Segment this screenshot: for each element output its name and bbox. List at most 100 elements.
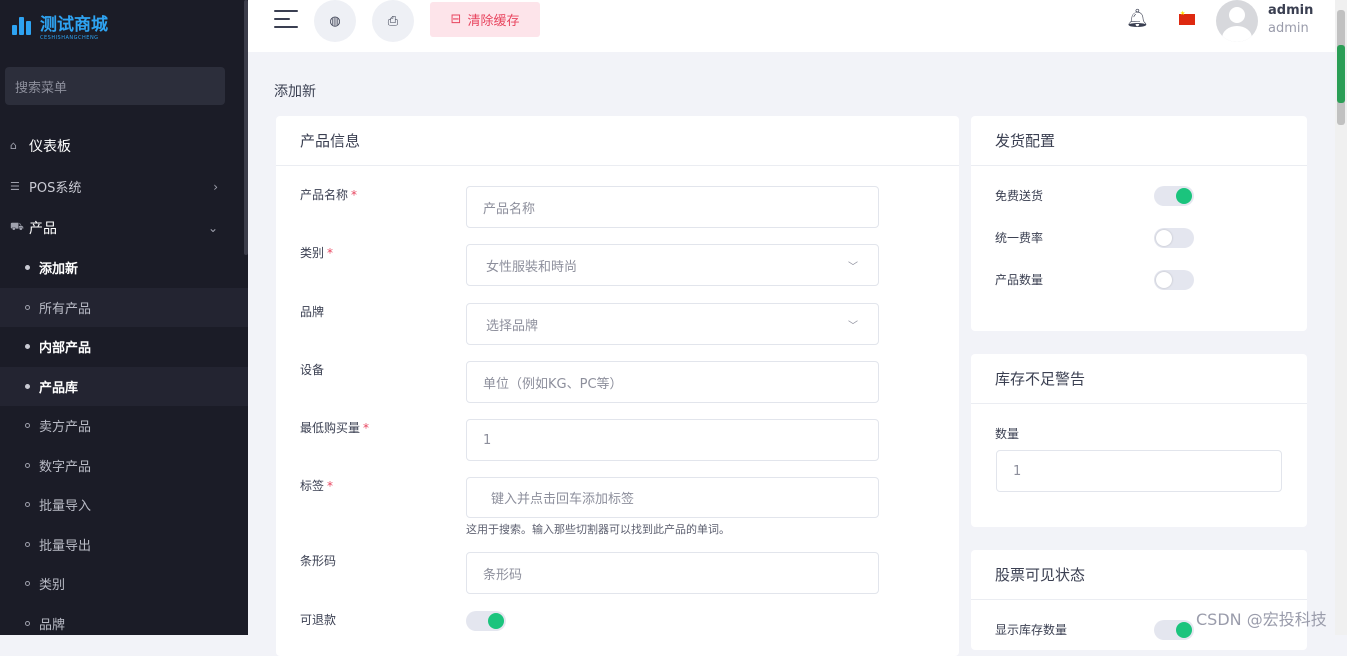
brand-label: 品牌 bbox=[300, 305, 325, 319]
sidebar-subitem-categories[interactable]: 类别 bbox=[0, 564, 248, 604]
barcode-label: 条形码 bbox=[300, 554, 337, 568]
bullet-icon bbox=[25, 541, 30, 547]
bullet-icon bbox=[25, 462, 30, 468]
sidebar-subitem-digital-products[interactable]: 数字产品 bbox=[0, 446, 248, 486]
sidebar-subitem-label: 产品库 bbox=[39, 380, 79, 396]
sidebar-subitem-brands[interactable]: 品牌 bbox=[0, 604, 248, 644]
flat-rate-toggle[interactable] bbox=[1154, 228, 1194, 248]
globe-icon: ◍ bbox=[329, 13, 341, 29]
hard-drive-icon: ⊟ bbox=[450, 12, 462, 27]
sidebar-subitem-all-products[interactable]: 所有产品 bbox=[0, 287, 248, 327]
product-qty-toggle[interactable] bbox=[1154, 270, 1194, 290]
user-role: admin bbox=[1268, 21, 1309, 36]
watermark: CSDN @宏投科技 bbox=[1196, 610, 1327, 629]
bullet-icon bbox=[25, 265, 30, 271]
avatar[interactable] bbox=[1216, 0, 1258, 42]
sidebar-item-label: 仪表板 bbox=[29, 138, 71, 155]
bullet-icon bbox=[25, 502, 30, 508]
sidebar-subitem-label: 类别 bbox=[39, 578, 66, 594]
toggle-knob bbox=[1156, 272, 1172, 288]
tags-label: 标签 * bbox=[300, 479, 334, 493]
sidebar-subitem-label: 批量导出 bbox=[39, 538, 92, 554]
logo-text: 测试商城 CESHISHANGCHENG bbox=[40, 14, 108, 41]
sidebar-subitem-bulk-export[interactable]: 批量导出 bbox=[0, 525, 248, 565]
low-stock-title: 库存不足警告 bbox=[971, 354, 1307, 404]
product-qty-label: 产品数量 bbox=[995, 273, 1044, 287]
show-stock-qty-toggle[interactable] bbox=[1154, 620, 1194, 640]
product-info-title: 产品信息 bbox=[276, 116, 959, 166]
sidebar-subitem-label: 卖方产品 bbox=[39, 420, 92, 436]
china-flag-icon[interactable] bbox=[1179, 10, 1195, 25]
sidebar-item-label: 产品 bbox=[29, 220, 57, 237]
sidebar: 测试商城 CESHISHANGCHENG 搜索菜单 ⌂ 仪表板 ☰ POS系统 ›… bbox=[0, 0, 248, 635]
refundable-label: 可退款 bbox=[300, 613, 337, 627]
sidebar-item-dashboard[interactable]: ⌂ 仪表板 bbox=[0, 125, 248, 166]
flat-rate-label: 统一费率 bbox=[995, 231, 1044, 245]
bullet-icon bbox=[25, 620, 30, 626]
shipping-config-card: 发货配置 免费送货 统一费率 产品数量 bbox=[971, 116, 1307, 331]
cart-icon: ⛟ bbox=[10, 220, 24, 233]
print-button[interactable]: ⎙ bbox=[372, 0, 414, 42]
menu-search-input[interactable]: 搜索菜单 bbox=[5, 67, 225, 105]
sidebar-subitem-seller-products[interactable]: 卖方产品 bbox=[0, 406, 248, 446]
toggle-knob bbox=[1176, 622, 1192, 638]
unit-input[interactable]: 单位（例如KG、PC等） bbox=[466, 361, 879, 403]
sidebar-subitem-add-new[interactable]: 添加新 bbox=[0, 248, 248, 288]
printer-icon: ⎙ bbox=[387, 13, 399, 29]
toggle-knob bbox=[1176, 188, 1192, 204]
sidebar-subitem-label: 批量导入 bbox=[39, 499, 92, 515]
chevron-right-icon: › bbox=[213, 179, 218, 194]
sidebar-subitem-label: 内部产品 bbox=[39, 341, 92, 357]
category-select[interactable]: 女性服裝和時尚 ﹀ bbox=[466, 244, 879, 286]
bullet-icon bbox=[25, 304, 30, 310]
sidebar-item-pos[interactable]: ☰ POS系统 › bbox=[0, 166, 248, 207]
barcode-input[interactable]: 条形码 bbox=[466, 552, 879, 594]
sidebar-subitem-bulk-import[interactable]: 批量导入 bbox=[0, 485, 248, 525]
chevron-down-icon: ﹀ bbox=[848, 321, 858, 332]
free-shipping-toggle[interactable] bbox=[1154, 186, 1194, 206]
free-shipping-label: 免费送货 bbox=[995, 189, 1044, 203]
toggle-knob bbox=[488, 613, 504, 629]
page-scrollbar[interactable] bbox=[1335, 0, 1347, 635]
unit-label: 设备 bbox=[300, 363, 325, 377]
logo-icon bbox=[12, 15, 34, 35]
product-name-label: 产品名称 * bbox=[300, 188, 358, 202]
low-stock-qty-input[interactable]: 1 bbox=[996, 450, 1282, 492]
bullet-icon bbox=[25, 383, 30, 389]
category-label: 类别 * bbox=[300, 246, 334, 260]
show-stock-qty-label: 显示库存数量 bbox=[995, 623, 1068, 637]
bullet-icon bbox=[25, 581, 30, 587]
hamburger-menu-icon[interactable] bbox=[274, 10, 298, 30]
sidebar-subitem-label: 添加新 bbox=[39, 262, 79, 278]
tags-input[interactable]: 键入并点击回车添加标签 bbox=[466, 477, 879, 518]
bell-icon[interactable]: 🔔︎ bbox=[1126, 8, 1149, 29]
brand-select-value: 选择品牌 bbox=[486, 318, 539, 334]
refundable-toggle[interactable] bbox=[466, 611, 506, 631]
sidebar-subitem-label: 所有产品 bbox=[39, 301, 92, 317]
globe-button[interactable]: ◍ bbox=[314, 0, 356, 42]
sidebar-subitem-inhouse-products[interactable]: 内部产品 bbox=[0, 327, 248, 367]
low-stock-qty-label: 数量 bbox=[995, 427, 1020, 441]
product-name-input[interactable]: 产品名称 bbox=[466, 186, 879, 228]
sidebar-item-products[interactable]: ⛟ 产品 ⌄ bbox=[0, 207, 248, 248]
user-name: admin bbox=[1268, 3, 1314, 18]
page-title: 添加新 bbox=[274, 84, 316, 100]
page-scrollbar-thumb-active[interactable] bbox=[1337, 45, 1345, 103]
sidebar-subitem-label: 品牌 bbox=[39, 617, 66, 633]
clear-cache-label: 清除缓存 bbox=[467, 14, 520, 29]
list-icon: ☰ bbox=[10, 180, 20, 193]
clear-cache-button[interactable]: ⊟ 清除缓存 bbox=[430, 2, 540, 37]
product-info-card: 产品信息 产品名称 * 产品名称 类别 * 女性服裝和時尚 ﹀ 品牌 选择品牌 ﹀ … bbox=[276, 116, 959, 656]
bullet-icon bbox=[25, 423, 30, 429]
min-qty-label: 最低购买量 * bbox=[300, 421, 370, 435]
sidebar-item-label: POS系统 bbox=[29, 181, 82, 196]
sidebar-subitem-product-library[interactable]: 产品库 bbox=[0, 366, 248, 406]
toggle-knob bbox=[1156, 230, 1172, 246]
chevron-down-icon: ﹀ bbox=[848, 262, 858, 273]
logo[interactable]: 测试商城 CESHISHANGCHENG bbox=[0, 0, 248, 50]
min-qty-input[interactable]: 1 bbox=[466, 419, 879, 461]
topbar: ◍ ⎙ ⊟ 清除缓存 🔔︎ admin admin bbox=[248, 0, 1335, 52]
sidebar-subitem-label: 数字产品 bbox=[39, 459, 92, 475]
chevron-down-icon: ⌄ bbox=[207, 220, 218, 235]
brand-select[interactable]: 选择品牌 ﹀ bbox=[466, 303, 879, 345]
